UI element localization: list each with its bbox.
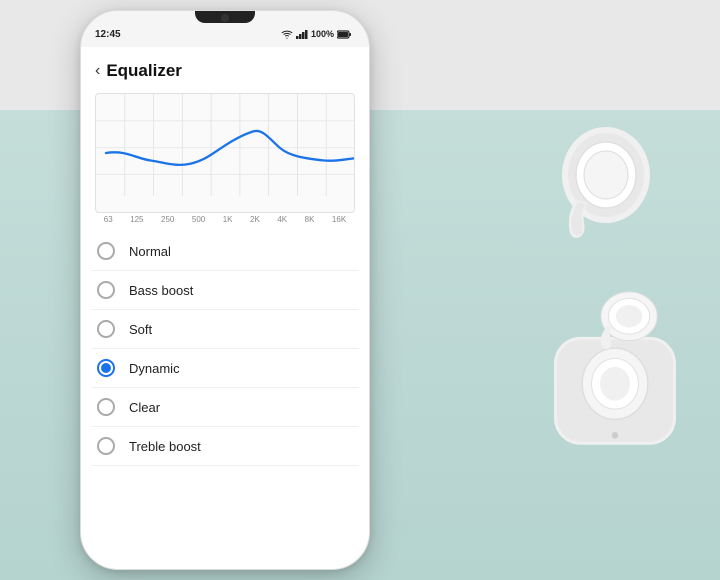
freq-63: 63: [104, 215, 113, 224]
status-time: 12:45: [95, 29, 121, 40]
earbud-right: [538, 115, 668, 245]
wifi-icon: [281, 29, 293, 39]
eq-option-treble_boost[interactable]: Treble boost: [91, 427, 359, 466]
eq-option-soft[interactable]: Soft: [91, 310, 359, 349]
signal-icon: [296, 29, 308, 39]
radio-treble_boost: [97, 437, 115, 455]
eq-freq-labels: 63 125 250 500 1K 2K 4K 8K 16K: [81, 213, 369, 226]
phone: 12:45 100% ‹: [80, 10, 370, 570]
phone-screen: ‹ Equalizer: [81, 47, 369, 569]
back-button[interactable]: ‹: [95, 62, 100, 80]
eq-curve: [96, 94, 354, 212]
status-icons: 100%: [281, 29, 351, 39]
freq-500: 500: [192, 215, 205, 224]
battery-label: 100%: [311, 29, 334, 39]
eq-chart: [95, 93, 355, 213]
earbud-right-shape: [538, 115, 668, 245]
eq-option-normal[interactable]: Normal: [91, 232, 359, 271]
option-label-normal: Normal: [129, 244, 171, 259]
page-title: Equalizer: [106, 61, 182, 81]
earbud-case-shape: [540, 290, 690, 449]
freq-8k: 8K: [305, 215, 315, 224]
eq-option-bass_boost[interactable]: Bass boost: [91, 271, 359, 310]
eq-option-dynamic[interactable]: Dynamic: [91, 349, 359, 388]
eq-option-clear[interactable]: Clear: [91, 388, 359, 427]
earbud-case: [540, 290, 690, 460]
radio-normal: [97, 242, 115, 260]
freq-125: 125: [130, 215, 143, 224]
freq-4k: 4K: [277, 215, 287, 224]
phone-camera: [221, 14, 229, 22]
option-label-soft: Soft: [129, 322, 152, 337]
radio-soft: [97, 320, 115, 338]
radio-dynamic: [97, 359, 115, 377]
freq-1k: 1K: [223, 215, 233, 224]
eq-options-list: Normal Bass boost Soft Dynamic Clear Treble b…: [81, 232, 369, 466]
status-bar: 12:45 100%: [81, 23, 369, 45]
battery-icon: [337, 30, 351, 39]
radio-clear: [97, 398, 115, 416]
app-header: ‹ Equalizer: [81, 47, 369, 89]
freq-16k: 16K: [332, 215, 346, 224]
option-label-treble_boost: Treble boost: [129, 439, 201, 454]
freq-2k: 2K: [250, 215, 260, 224]
freq-250: 250: [161, 215, 174, 224]
option-label-bass_boost: Bass boost: [129, 283, 193, 298]
radio-bass_boost: [97, 281, 115, 299]
option-label-dynamic: Dynamic: [129, 361, 180, 376]
option-label-clear: Clear: [129, 400, 160, 415]
